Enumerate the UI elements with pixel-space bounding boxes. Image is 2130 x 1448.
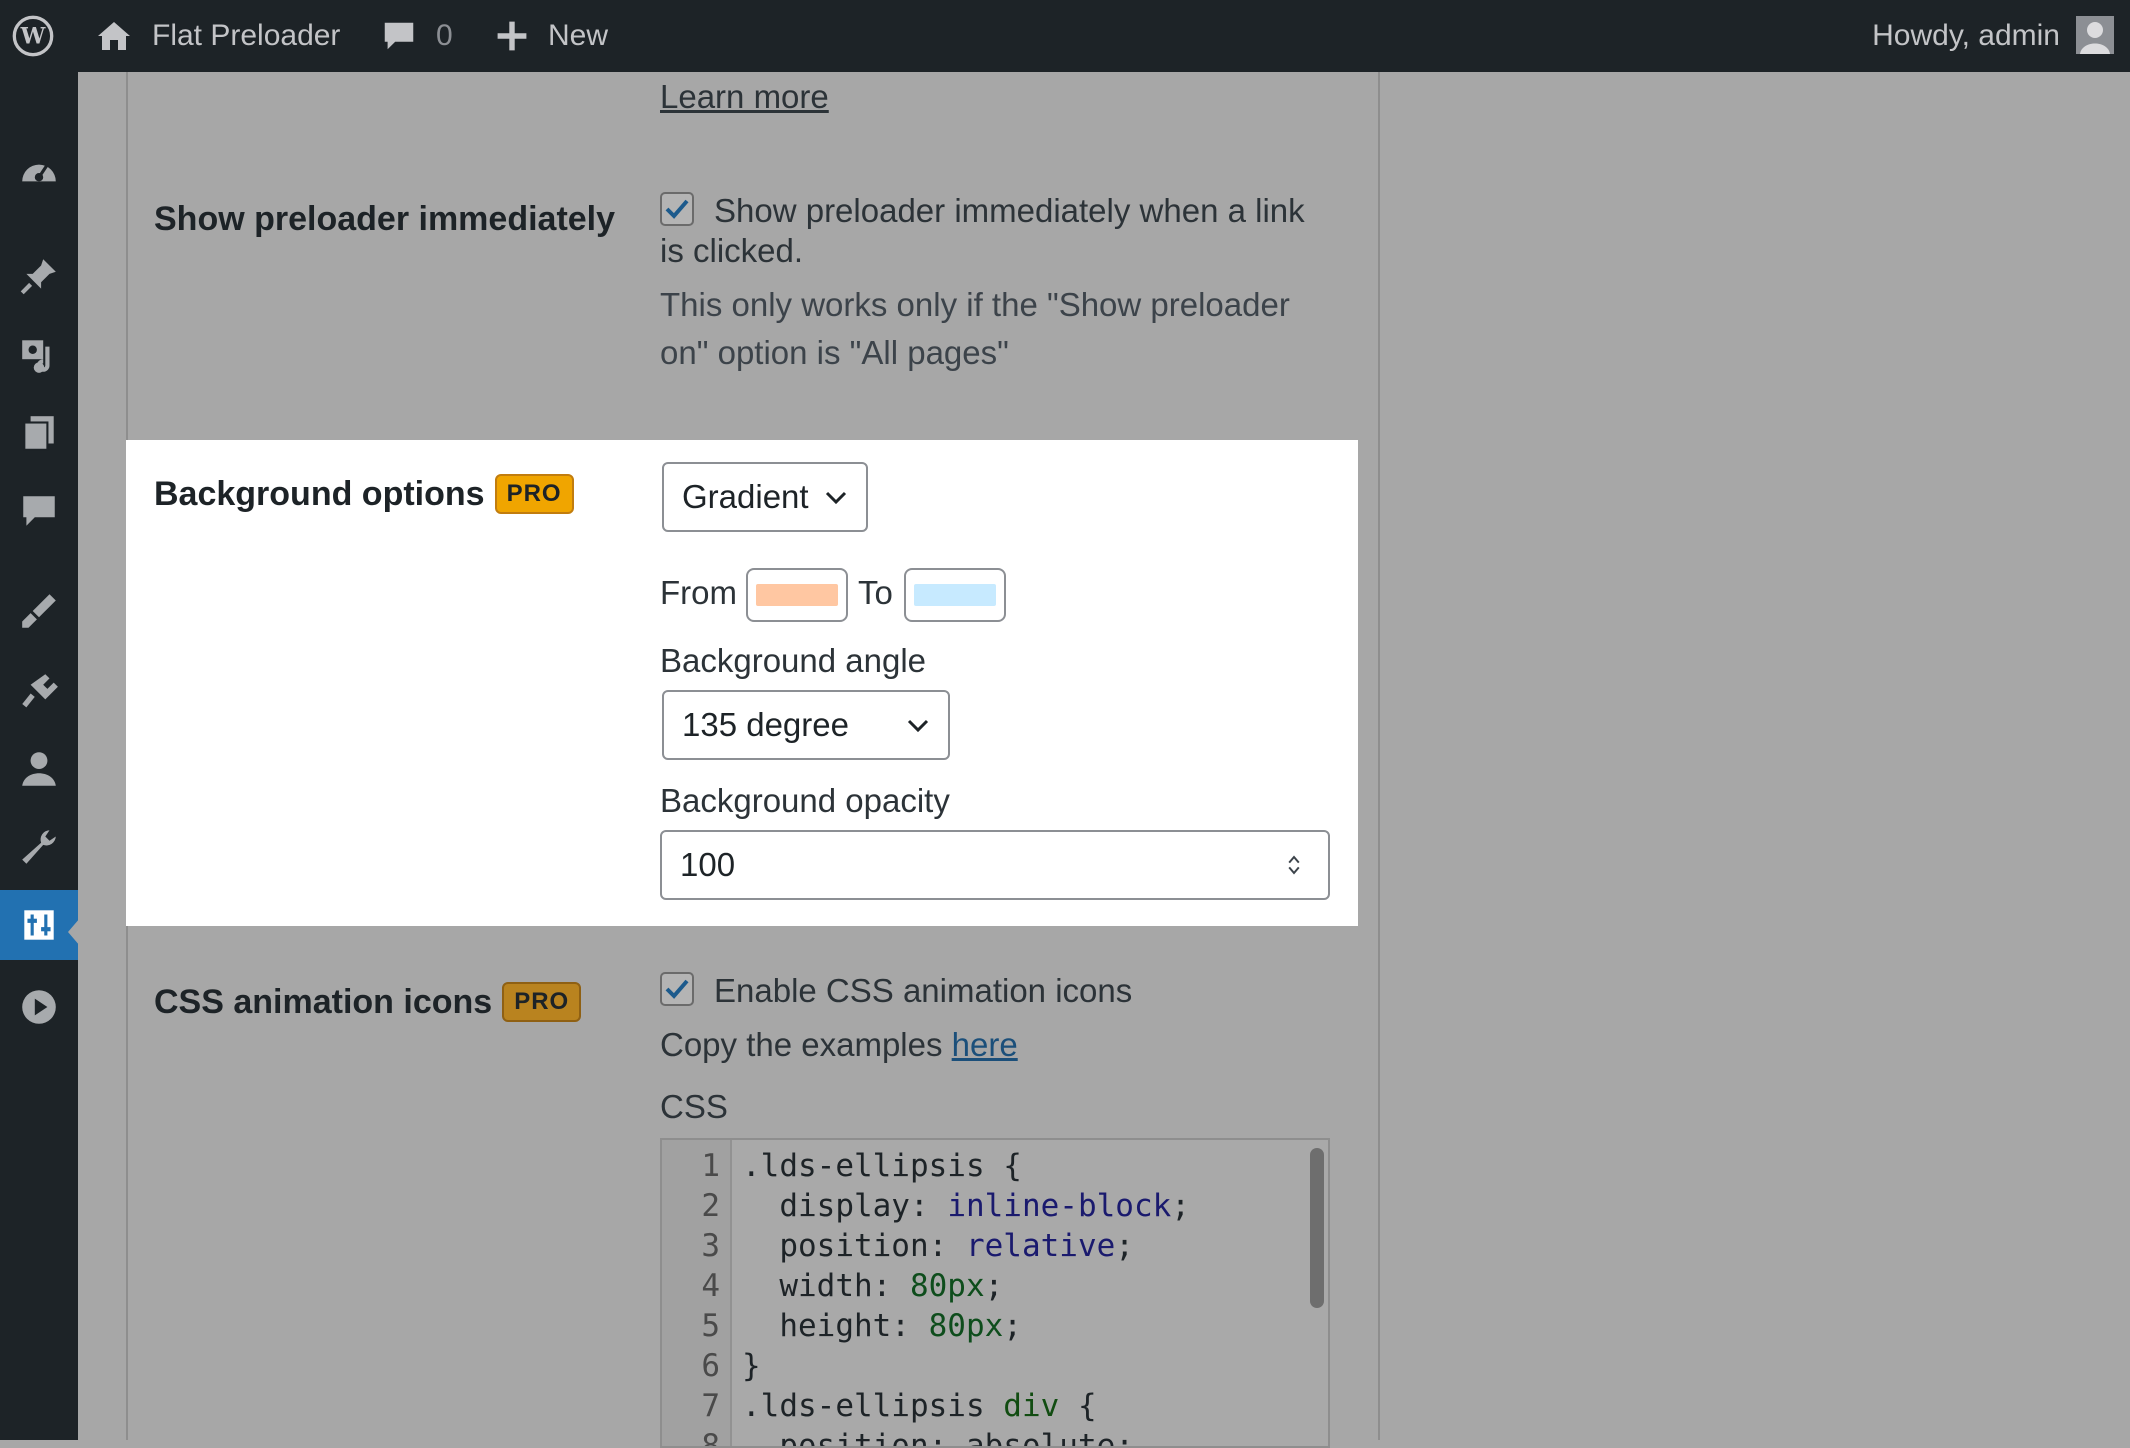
css-animation-label: CSS animation icons PRO [154,982,582,1022]
number-spinner-icon[interactable] [1286,850,1302,880]
show-preloader-text-1: Show preloader immediately when a link [714,192,1305,229]
line-number: 2 [701,1188,720,1224]
svg-text:W: W [20,24,46,50]
background-opacity-label: Background opacity [660,782,950,819]
code-line: 5 height: 80px; [662,1306,1022,1346]
comments-count[interactable]: 0 [436,0,453,72]
line-number: 4 [701,1268,720,1304]
from-color-swatch [756,584,838,606]
line-number: 5 [701,1308,720,1344]
comments-menu-icon[interactable] [0,476,78,546]
from-color-button[interactable] [746,568,848,622]
to-color-button[interactable] [904,568,1006,622]
code-line: 3 position: relative; [662,1226,1134,1266]
code-text: display: inline-block; [742,1188,1190,1224]
plus-icon[interactable] [494,0,530,72]
dashboard-icon[interactable] [0,138,78,208]
chevron-down-icon [907,719,929,733]
copy-examples-text: Copy the examples here [660,1026,1018,1064]
background-angle-label: Background angle [660,642,927,679]
code-text: height: 80px; [742,1308,1022,1344]
examples-here-link[interactable]: here [952,1026,1018,1063]
line-number: 8 [701,1428,720,1448]
pro-badge: PRO [502,982,582,1022]
avatar[interactable] [2076,16,2114,54]
background-type-select[interactable]: Gradient [662,462,868,532]
show-preloader-checkbox[interactable] [660,192,694,226]
line-number: 7 [701,1388,720,1424]
users-icon[interactable] [0,734,78,804]
plugins-icon[interactable] [0,656,78,726]
code-line: 4 width: 80px; [662,1266,1003,1306]
play-icon[interactable] [0,972,78,1042]
background-angle-value: 135 degree [682,706,849,743]
code-line: 2 display: inline-block; [662,1186,1190,1226]
background-type-value: Gradient [682,478,809,515]
code-line: 7 .lds-ellipsis div { [662,1386,1096,1426]
posts-pin-icon[interactable] [0,241,78,311]
comments-icon[interactable] [380,0,418,72]
show-preloader-label: Show preloader immediately [154,200,616,238]
tools-icon[interactable] [0,812,78,882]
admin-bar: W Flat Preloader 0 New Howdy, admin [0,0,2130,72]
active-menu-arrow [68,918,80,946]
pages-icon[interactable] [0,398,78,468]
home-icon[interactable] [94,0,134,72]
background-options-label: Background options PRO [154,474,574,514]
line-number: 3 [701,1228,720,1264]
code-text: .lds-ellipsis div { [742,1388,1097,1424]
checkmark-icon [665,199,689,219]
show-preloader-desc-1: This only works only if the "Show preloa… [660,286,1290,323]
show-preloader-text-2: is clicked. [660,232,804,269]
css-label: CSS [660,1088,728,1125]
checkmark-icon [665,979,689,999]
pro-badge: PRO [494,474,574,514]
learn-more-link[interactable]: Learn more [660,78,829,116]
to-color-swatch [914,584,996,606]
howdy-user-link[interactable]: Howdy, admin [1872,0,2060,72]
background-options-title: Background options [154,474,485,513]
code-line: 1 .lds-ellipsis { [662,1146,1022,1186]
line-number: 1 [701,1148,720,1184]
background-opacity-input[interactable]: 100 [660,830,1330,900]
from-label: From [660,574,737,611]
to-label: To [858,574,893,611]
code-text: position: relative; [742,1228,1134,1264]
chevron-down-icon [825,491,847,505]
copy-examples-prefix: Copy the examples [660,1026,952,1063]
background-opacity-value: 100 [680,846,736,883]
css-animation-title: CSS animation icons [154,982,493,1021]
code-line: 6} [662,1346,760,1386]
show-preloader-desc-2: on" option is "All pages" [660,334,1009,371]
site-name-link[interactable]: Flat Preloader [152,0,340,72]
css-code-editor[interactable]: 1 .lds-ellipsis {2 display: inline-block;… [660,1138,1330,1448]
line-number: 6 [701,1348,720,1384]
wordpress-logo-icon[interactable]: W [8,0,58,72]
background-angle-select[interactable]: 135 degree [662,690,950,760]
appearance-icon[interactable] [0,576,78,646]
new-content-link[interactable]: New [548,0,608,72]
code-line: 8 position: absolute; [662,1426,1134,1448]
code-text: } [742,1348,761,1384]
code-text: .lds-ellipsis { [742,1148,1022,1184]
code-text: width: 80px; [742,1268,1004,1304]
admin-sidebar [0,72,80,1440]
enable-css-animation-text: Enable CSS animation icons [714,972,1133,1009]
settings-icon[interactable] [0,890,80,960]
media-icon[interactable] [0,320,78,390]
enable-css-animation-checkbox[interactable] [660,972,694,1006]
editor-scrollbar[interactable] [1310,1148,1324,1308]
code-text: position: absolute; [742,1428,1134,1448]
